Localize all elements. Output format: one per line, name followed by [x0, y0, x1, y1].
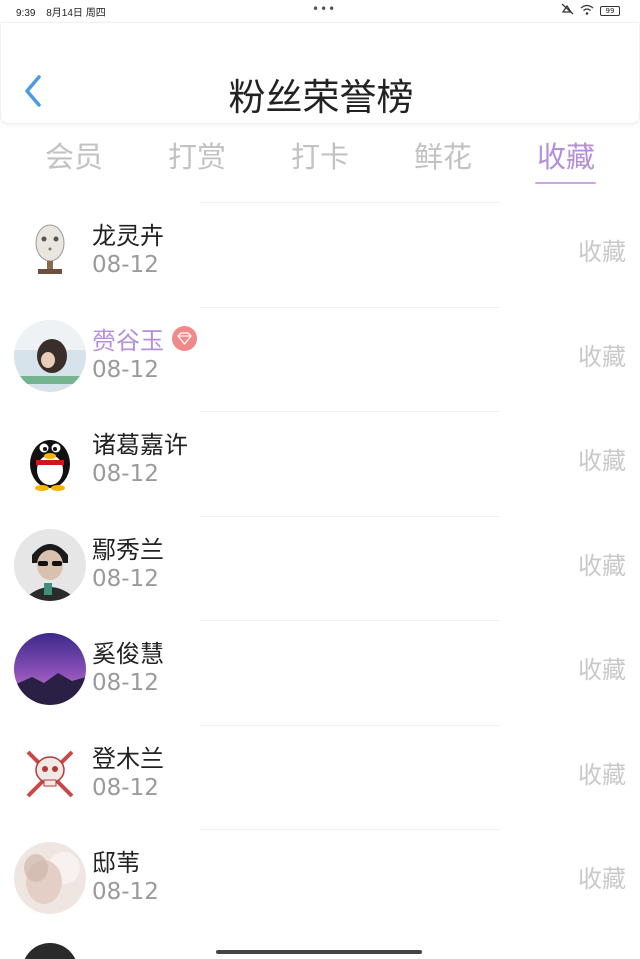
tab-checkin[interactable]: 打卡 — [270, 134, 370, 176]
blurred-face-avatar — [14, 842, 86, 914]
action-label: 收藏 — [578, 551, 626, 580]
action-label: 收藏 — [578, 656, 626, 684]
action-label: 收藏 — [578, 238, 626, 266]
row-divider — [200, 829, 500, 830]
user-name: 奚俊慧 — [92, 640, 164, 668]
battery-icon: 99 — [600, 5, 620, 16]
list-item[interactable]: 奚俊慧 08-12 收藏 — [0, 620, 640, 725]
wifi-icon — [580, 4, 594, 18]
row-divider — [200, 724, 500, 726]
tab-bar: 会员 打赏 打卡 鲜花 收藏 — [0, 130, 640, 188]
girl-photo-avatar — [14, 319, 86, 392]
row-divider — [200, 515, 500, 517]
tab-member[interactable]: 会员 — [24, 134, 124, 176]
purple-sky-avatar — [14, 633, 86, 705]
user-date: 08-12 — [92, 356, 159, 383]
list-item[interactable]: 龙灵卉 08-12 收藏 — [0, 202, 640, 307]
tab-reward[interactable]: 打赏 — [147, 134, 247, 176]
user-name: 赍谷玉 — [92, 326, 164, 355]
action-label: 收藏 — [578, 865, 626, 893]
penguin-avatar — [14, 424, 86, 496]
list-item[interactable]: 诸葛嘉许 08-12 收藏 — [0, 411, 640, 516]
user-name: 登木兰 — [92, 744, 164, 773]
user-date: 08-12 — [92, 774, 159, 801]
status-date: 8月14日 周四 — [46, 8, 106, 19]
status-left: 9:39 8月14日 周四 — [16, 4, 114, 19]
page-title: 粉丝荣誉榜 — [228, 76, 414, 119]
tab-favorites[interactable]: 收藏 — [516, 134, 616, 176]
list-item[interactable]: 邸苇 08-12 收藏 — [0, 829, 640, 934]
action-label: 收藏 — [578, 760, 626, 789]
action-label: 收藏 — [578, 447, 626, 475]
user-date: 08-12 — [92, 461, 159, 487]
row-divider — [200, 620, 500, 621]
partial-avatar — [22, 943, 78, 959]
user-name: 鄢秀兰 — [92, 535, 164, 564]
list-item[interactable]: 赍谷玉 08-12 收藏 — [0, 306, 640, 412]
skull-avatar — [14, 737, 86, 810]
tab-flowers[interactable]: 鲜花 — [393, 134, 493, 176]
sunglasses-man-avatar — [14, 528, 86, 601]
action-label: 收藏 — [578, 342, 626, 371]
user-date: 08-12 — [92, 879, 159, 905]
user-name: 龙灵卉 — [92, 222, 164, 250]
hockey-mask-avatar — [14, 215, 86, 287]
user-name: 诸葛嘉许 — [92, 431, 188, 459]
active-tab-indicator — [535, 182, 596, 184]
header: 粉丝荣誉榜 — [0, 22, 640, 124]
user-date: 08-12 — [92, 252, 159, 278]
diamond-icon — [177, 331, 192, 345]
list-item[interactable]: 鄢秀兰 08-12 收藏 — [0, 515, 640, 621]
list-item[interactable]: 登木兰 08-12 收藏 — [0, 724, 640, 830]
user-date: 08-12 — [92, 670, 159, 696]
vip-badge — [172, 325, 197, 351]
user-name: 邸苇 — [92, 849, 140, 877]
fan-list: 龙灵卉 08-12 收藏 赍谷玉 08-12 收藏 诸葛嘉许 08-12 收藏 — [0, 202, 640, 934]
status-time: 9:39 — [16, 8, 36, 19]
home-indicator[interactable] — [216, 950, 422, 954]
row-divider — [200, 306, 500, 308]
row-divider — [200, 202, 500, 203]
status-bar: 9:39 8月14日 周四 ••• 99 — [0, 0, 640, 22]
mute-icon — [561, 3, 574, 18]
row-divider — [200, 411, 500, 412]
status-icons: 99 — [561, 3, 620, 18]
status-dots: ••• — [312, 2, 337, 16]
user-date: 08-12 — [92, 565, 159, 592]
